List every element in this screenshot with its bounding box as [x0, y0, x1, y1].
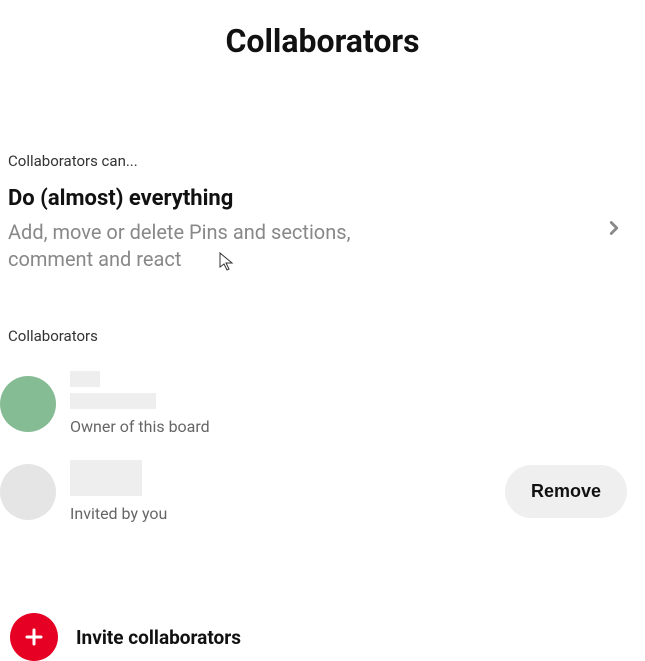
permission-description: Add, move or delete Pins and sections, c…: [8, 219, 408, 273]
page-title: Collaborators: [0, 0, 645, 60]
collaborator-row: Invited by you Remove: [0, 448, 645, 535]
chevron-right-icon: [603, 217, 625, 243]
invite-label: Invite collaborators: [76, 626, 241, 649]
collaborator-info: Invited by you: [70, 460, 505, 523]
name-placeholder: [70, 371, 100, 387]
permission-title: Do (almost) everything: [8, 186, 603, 211]
avatar: [0, 464, 56, 520]
avatar: [0, 376, 56, 432]
permission-row[interactable]: Do (almost) everything Add, move or dele…: [0, 186, 645, 273]
invite-collaborators-button[interactable]: Invite collaborators: [0, 613, 645, 661]
remove-button[interactable]: Remove: [505, 465, 627, 518]
collaborator-role: Owner of this board: [70, 417, 637, 436]
permission-content: Do (almost) everything Add, move or dele…: [8, 186, 603, 273]
name-placeholder: [70, 393, 156, 409]
plus-icon: [10, 613, 58, 661]
collaborator-role: Invited by you: [70, 504, 505, 523]
collaborators-label: Collaborators: [8, 327, 645, 345]
collaborator-row: Owner of this board: [0, 359, 645, 448]
collaborator-info: Owner of this board: [70, 371, 637, 436]
collaborators-list: Owner of this board Invited by you Remov…: [0, 359, 645, 535]
name-placeholder: [70, 460, 142, 496]
permissions-label: Collaborators can...: [8, 152, 645, 170]
